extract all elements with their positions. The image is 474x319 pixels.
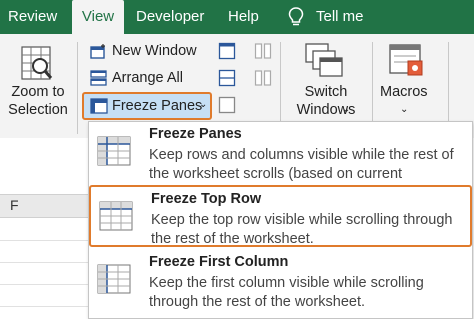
reset-window-position-icon[interactable] <box>254 69 272 87</box>
grid-line <box>0 240 90 241</box>
column-header[interactable]: F <box>0 194 90 218</box>
zoom-to-selection-icon[interactable] <box>20 44 54 84</box>
tab-help[interactable]: Help <box>228 0 259 34</box>
chevron-down-icon: ⌄ <box>342 104 351 115</box>
arrange-all-button[interactable]: Arrange All <box>112 69 183 87</box>
macros-button[interactable]: Macros <box>380 83 428 101</box>
freeze-panes-icon <box>97 136 131 166</box>
freeze-panes-menu: Freeze Panes Keep rows and columns visib… <box>88 121 473 319</box>
split-icon[interactable] <box>218 69 236 87</box>
tell-me-search[interactable]: Tell me <box>316 0 364 34</box>
menu-item-title: Freeze Panes <box>149 126 242 142</box>
switch-windows-icon[interactable] <box>304 42 344 78</box>
grid-line <box>0 306 90 307</box>
menu-item-freeze-panes[interactable]: Freeze Panes Keep rows and columns visib… <box>89 122 472 201</box>
arrange-all-icon <box>90 70 107 86</box>
menu-item-title: Freeze First Column <box>149 254 289 270</box>
switch-windows-button[interactable]: Switch Windows <box>289 83 363 119</box>
menu-item-freeze-top-row[interactable]: Freeze Top Row Keep the top row visible … <box>89 185 472 247</box>
new-window-button[interactable]: New Window <box>112 42 197 60</box>
menu-item-title: Freeze Top Row <box>151 191 262 207</box>
chevron-down-icon: ⌄ <box>199 99 208 110</box>
freeze-panes-label: Freeze Panes <box>112 98 203 114</box>
menu-item-description: Keep the first column visible while scro… <box>149 275 424 310</box>
new-window-icon <box>90 44 105 59</box>
zoom-to-selection-button[interactable]: Zoom to Selection <box>6 83 70 119</box>
macros-icon[interactable] <box>388 43 426 79</box>
view-side-by-side-icon[interactable] <box>218 42 236 60</box>
hide-window-icon[interactable] <box>218 96 236 114</box>
grid-line <box>0 262 90 263</box>
tab-developer[interactable]: Developer <box>136 0 204 34</box>
menu-item-description: Keep the top row visible while scrolling… <box>151 212 453 247</box>
menu-item-freeze-first-column[interactable]: Freeze First Column Keep the first colum… <box>89 250 472 314</box>
freeze-panes-button[interactable]: Freeze Panes ⌄ <box>82 92 212 120</box>
chevron-down-icon: ⌄ <box>400 104 409 115</box>
freeze-first-column-icon <box>97 264 131 294</box>
freeze-panes-icon <box>90 98 108 114</box>
tab-view[interactable]: View <box>72 0 124 34</box>
grid-line <box>0 284 90 285</box>
synchronous-scrolling-icon[interactable] <box>254 42 272 60</box>
column-header-label: F <box>10 197 19 213</box>
ribbon-tab-bar: Review View Developer Help Tell me <box>0 0 474 34</box>
group-separator <box>77 42 78 134</box>
tab-review[interactable]: Review <box>8 0 57 34</box>
lightbulb-icon[interactable] <box>288 7 304 27</box>
freeze-top-row-icon <box>99 201 133 231</box>
